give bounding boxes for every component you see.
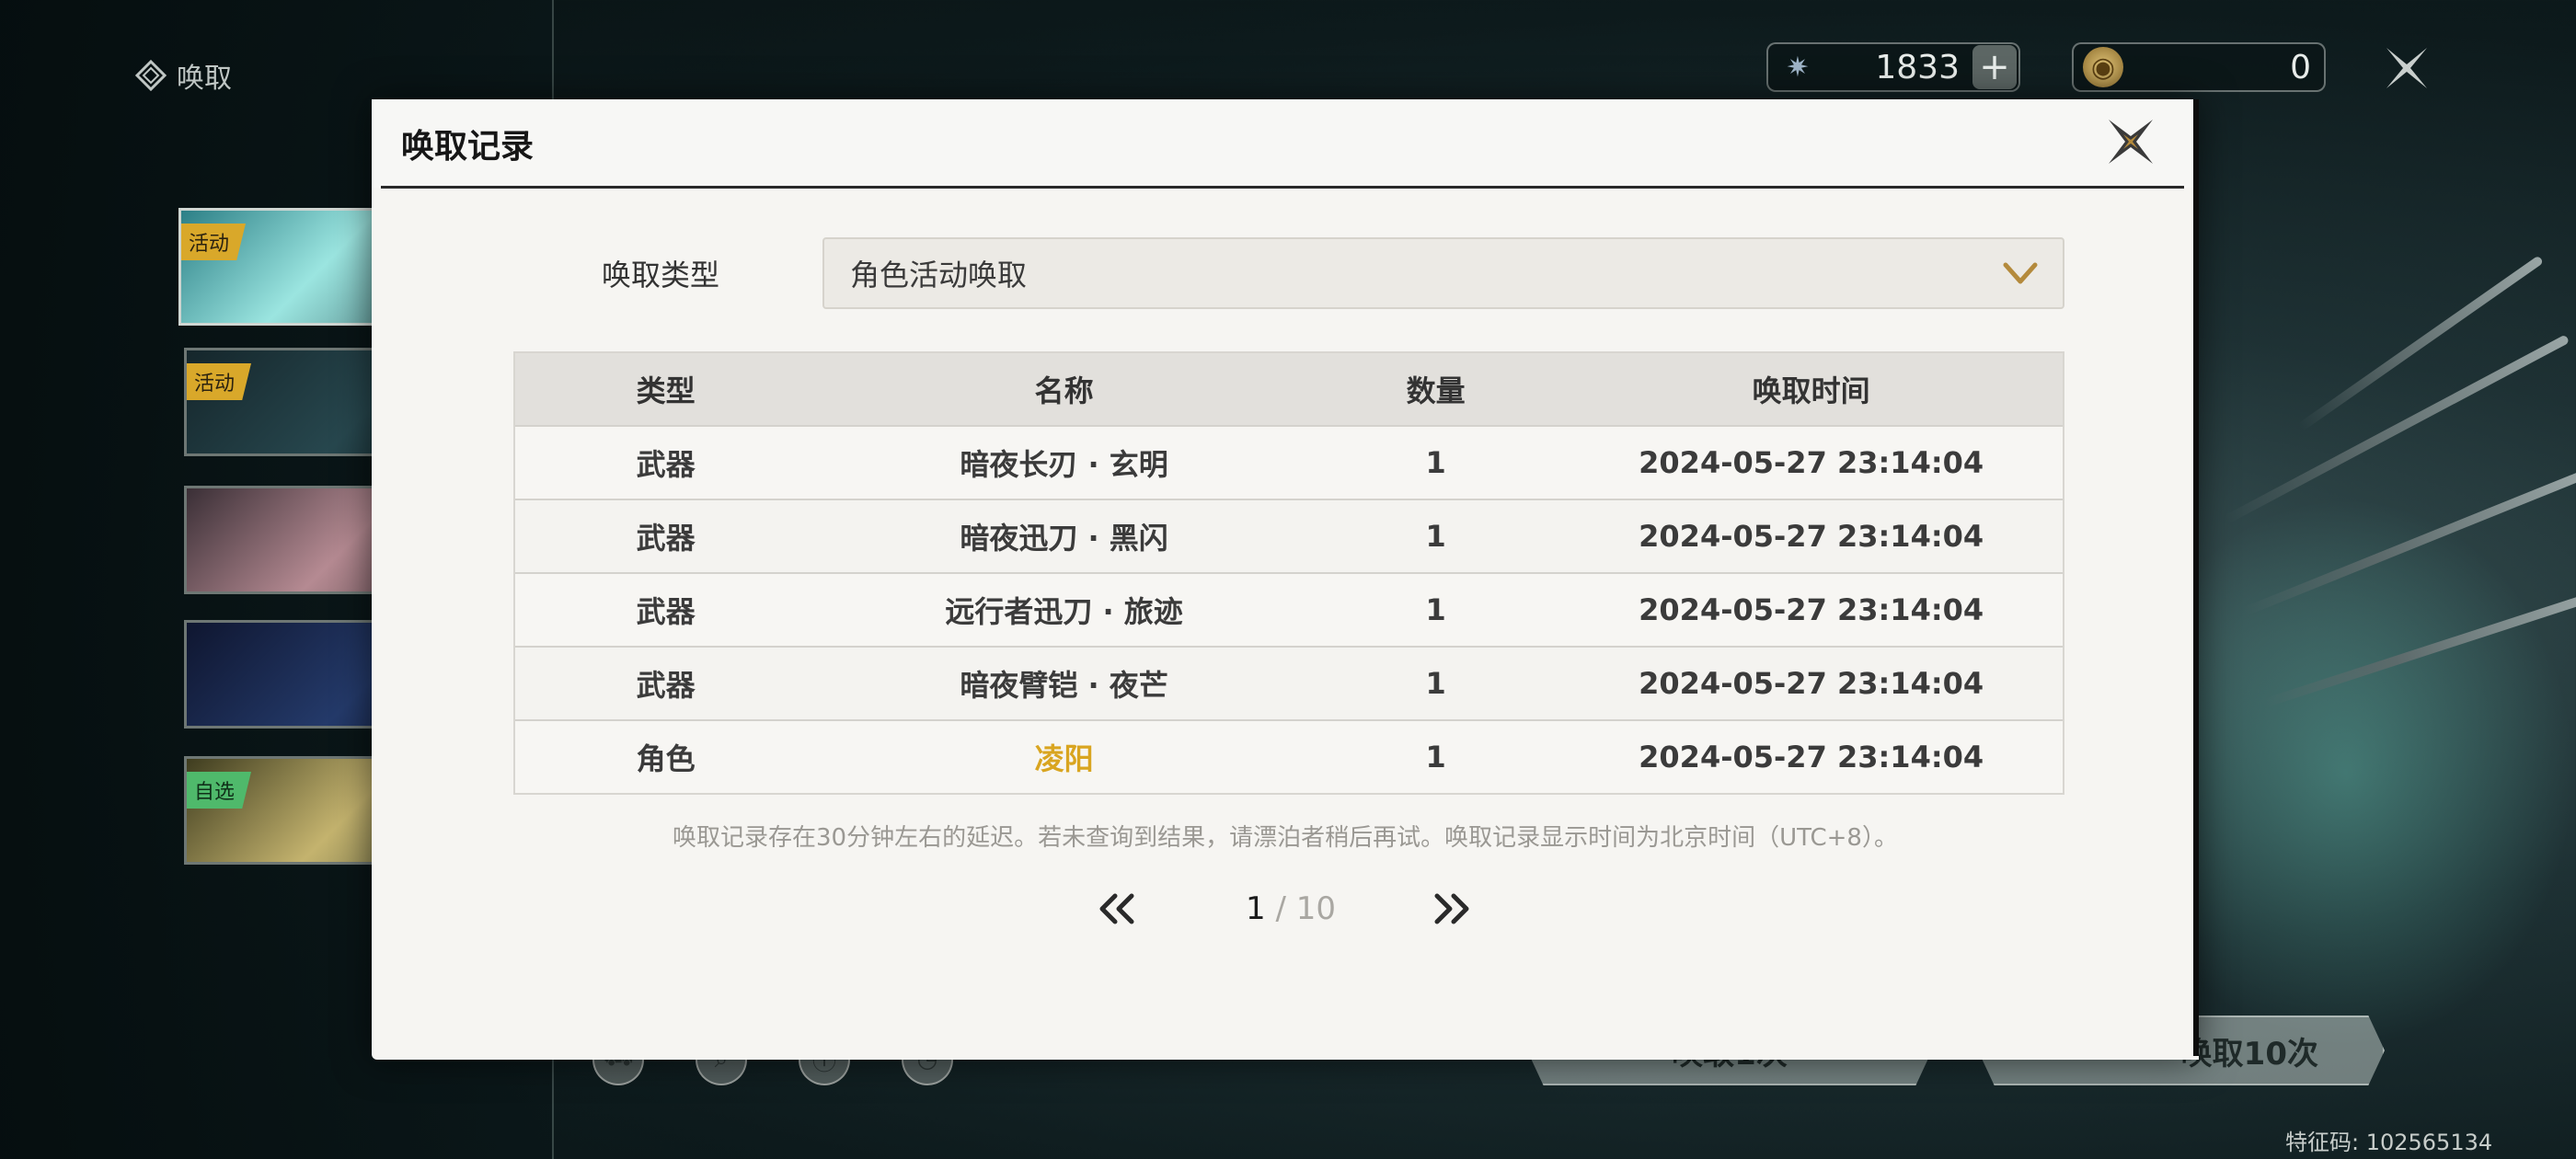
modal-edge (2193, 99, 2199, 1056)
modal-title: 唤取记录 (401, 128, 535, 166)
diamond-emblem-icon (134, 59, 167, 92)
gold-coin-icon: ◉ (2083, 47, 2123, 87)
pagination: 1 / 10 (372, 881, 2199, 936)
close-icon[interactable] (2379, 40, 2434, 96)
column-header-time: 唤取时间 (1752, 373, 1870, 408)
gacha-page-title: 唤取 (134, 55, 232, 96)
previous-page-button[interactable] (1095, 890, 1141, 927)
cell-type: 武器 (636, 521, 696, 556)
table-header: 类型 名称 数量 唤取时间 (515, 353, 2063, 425)
close-icon[interactable] (2103, 114, 2158, 169)
star-crystal-icon: ✷ (1786, 51, 1810, 84)
header-divider (381, 186, 2184, 189)
add-currency-button[interactable]: + (1972, 45, 2017, 89)
page-separator: / (1265, 890, 1296, 927)
gacha-type-dropdown[interactable]: 角色活动唤取 (822, 237, 2064, 309)
cell-type: 武器 (636, 447, 696, 482)
column-header-type: 类型 (636, 373, 696, 408)
page-title-text: 唤取 (177, 63, 232, 95)
coin-currency-value: 0 (2290, 48, 2311, 86)
current-page: 1 (1246, 890, 1266, 927)
table-row: 武器 远行者迅刀 · 旅迹 1 2024-05-27 23:14:04 (515, 572, 2063, 646)
background-spear (2297, 255, 2544, 432)
gacha-type-label: 唤取类型 (602, 258, 720, 293)
star-currency-value: 1833 (1875, 48, 1960, 86)
table-row: 角色 凌阳 1 2024-05-27 23:14:04 (515, 719, 2063, 793)
cell-type: 武器 (636, 668, 696, 703)
table-body: 武器 暗夜长刃 · 玄明 1 2024-05-27 23:14:04 武器 暗夜… (515, 425, 2063, 793)
table-row: 武器 暗夜长刃 · 玄明 1 2024-05-27 23:14:04 (515, 425, 2063, 499)
banner-tag: 活动 (187, 363, 252, 400)
total-pages: 10 (1295, 890, 1336, 927)
column-header-name: 名称 (1034, 373, 1094, 408)
chevron-down-icon (2003, 262, 2038, 284)
cell-time: 2024-05-27 23:14:04 (1639, 666, 1984, 701)
banner-tag: 自选 (187, 772, 252, 809)
cell-name: 凌阳 (1034, 741, 1094, 776)
cell-time: 2024-05-27 23:14:04 (1639, 592, 1984, 627)
cell-name: 暗夜长刃 · 玄明 (960, 447, 1168, 482)
cell-name: 暗夜迅刀 · 黑闪 (960, 521, 1168, 556)
column-header-quantity: 数量 (1406, 373, 1466, 408)
cell-time: 2024-05-27 23:14:04 (1639, 445, 1984, 480)
cell-quantity: 1 (1425, 592, 1446, 627)
gacha-type-selected: 角色活动唤取 (850, 258, 1028, 293)
table-row: 武器 暗夜迅刀 · 黑闪 1 2024-05-27 23:14:04 (515, 499, 2063, 572)
star-currency-display: ✷ 1833 + (1766, 42, 2020, 92)
cell-time: 2024-05-27 23:14:04 (1639, 519, 1984, 554)
cell-quantity: 1 (1425, 666, 1446, 701)
cell-quantity: 1 (1425, 519, 1446, 554)
gacha-history-modal: 唤取记录 唤取类型 角色活动唤取 类型 名称 数量 唤取时间 武器 暗夜长刃 ·… (372, 99, 2199, 1060)
cell-type: 武器 (636, 594, 696, 629)
coin-currency-display: ◉ 0 (2072, 42, 2326, 92)
cell-name: 暗夜臂铠 · 夜芒 (960, 668, 1168, 703)
gacha-history-table: 类型 名称 数量 唤取时间 武器 暗夜长刃 · 玄明 1 2024-05-27 … (513, 351, 2064, 795)
table-row: 武器 暗夜臂铠 · 夜芒 1 2024-05-27 23:14:04 (515, 646, 2063, 719)
cell-time: 2024-05-27 23:14:04 (1639, 740, 1984, 775)
next-page-button[interactable] (1428, 890, 1474, 927)
page-indicator: 1 / 10 (1246, 890, 1336, 927)
cell-quantity: 1 (1425, 445, 1446, 480)
delay-notice: 唤取记录存在30分钟左右的延迟。若未查询到结果，请漂泊者稍后再试。唤取记录显示时… (673, 824, 1898, 852)
cell-quantity: 1 (1425, 740, 1446, 775)
cell-type: 角色 (636, 741, 696, 776)
modal-header: 唤取记录 (372, 99, 2199, 188)
banner-tag: 活动 (181, 224, 247, 260)
cell-name: 远行者迅刀 · 旅迹 (945, 594, 1183, 629)
feature-code: 特征码: 102565134 (2285, 1130, 2493, 1155)
